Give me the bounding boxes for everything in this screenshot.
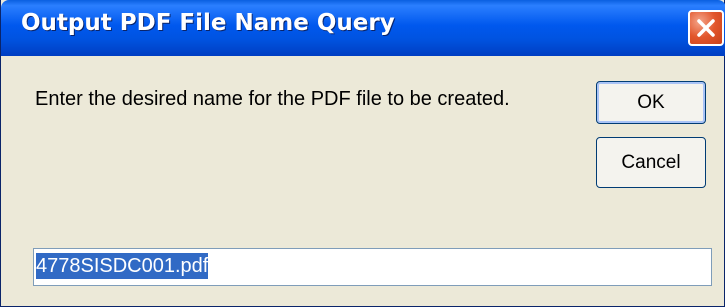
file-name-input[interactable]: 4778SISDC001.pdf	[33, 248, 712, 286]
prompt-label: Enter the desired name for the PDF file …	[35, 88, 510, 110]
cancel-button[interactable]: Cancel	[596, 137, 706, 188]
title-bar[interactable]: Output PDF File Name Query	[1, 0, 725, 56]
close-button[interactable]	[688, 10, 724, 46]
ok-button-label: OK	[637, 91, 665, 113]
file-name-value: 4778SISDC001.pdf	[36, 253, 209, 279]
window-title: Output PDF File Name Query	[21, 10, 395, 36]
close-icon	[697, 19, 715, 37]
dialog-window: Output PDF File Name Query Enter the des…	[0, 0, 725, 307]
ok-button[interactable]: OK	[596, 81, 706, 124]
cancel-button-label: Cancel	[621, 151, 681, 173]
